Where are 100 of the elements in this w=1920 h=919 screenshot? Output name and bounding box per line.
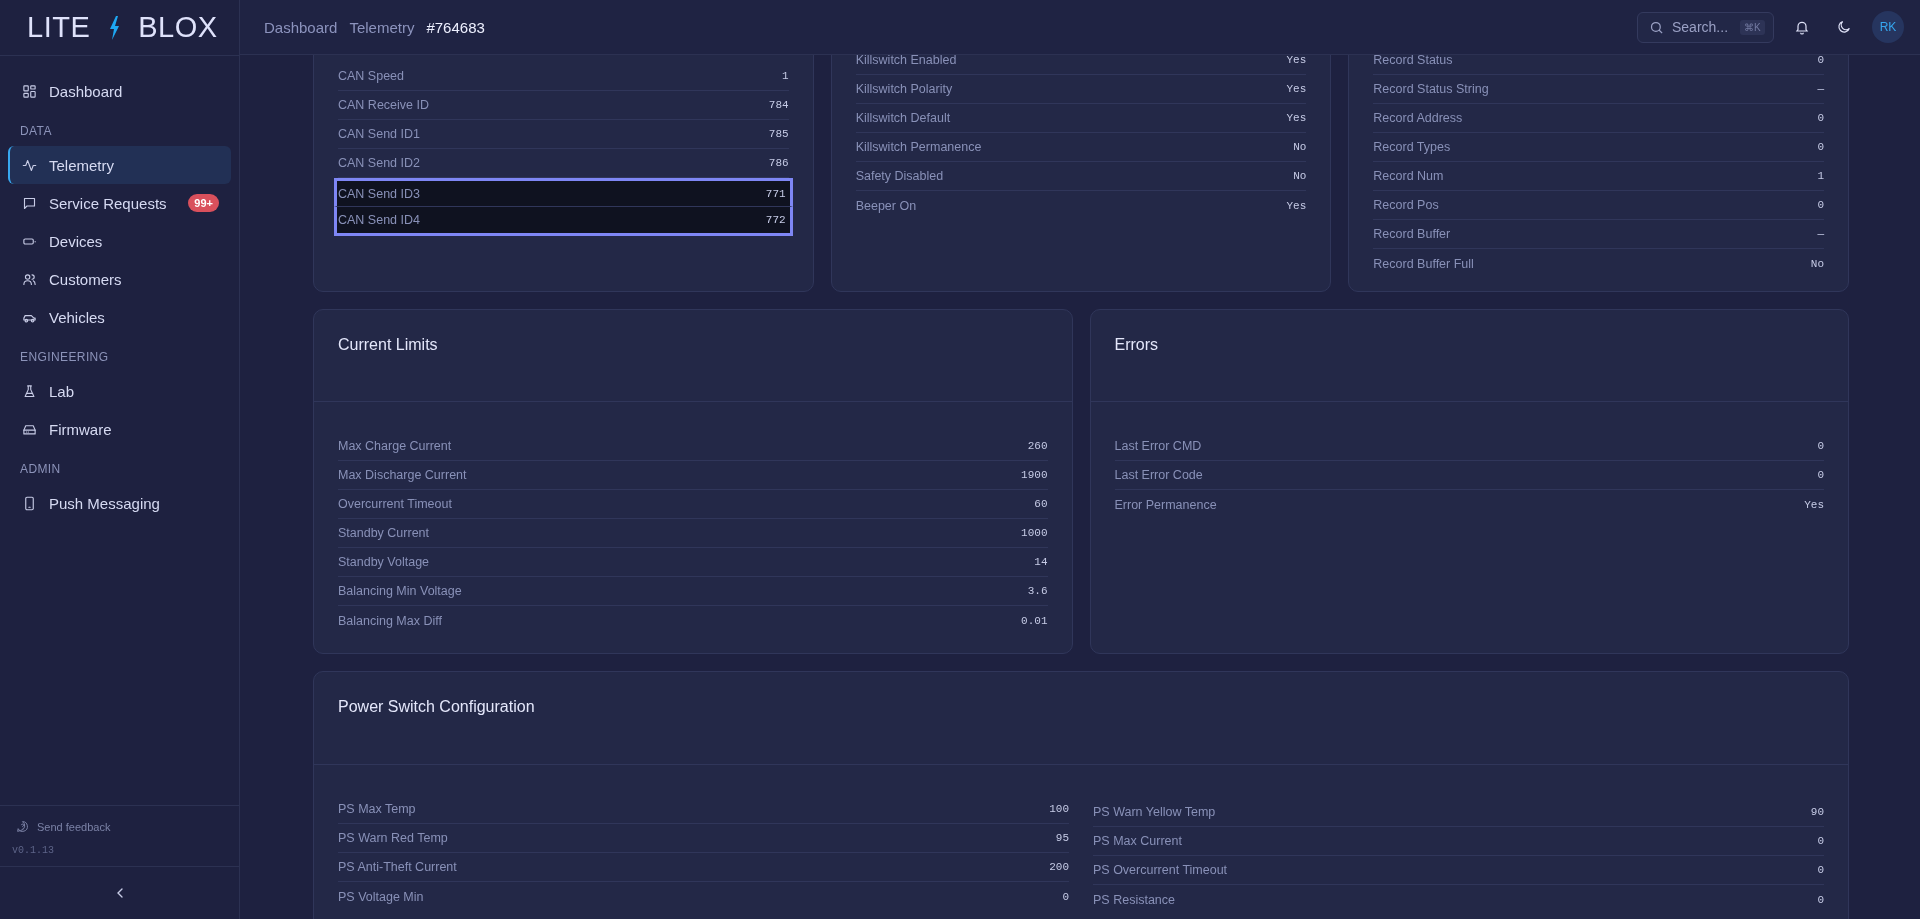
- field-value: 200: [1049, 861, 1069, 873]
- field-label: PS Warn Red Temp: [338, 831, 448, 845]
- nav-section-heading: ENGINEERING: [19, 349, 110, 366]
- nav-icon: [22, 83, 37, 99]
- nav-section-heading: ADMIN: [19, 461, 62, 478]
- field-value: 0: [1817, 469, 1824, 481]
- field-label: CAN Send ID3: [338, 186, 420, 201]
- field-label: Max Discharge Current: [338, 468, 467, 482]
- nav-section-heading: DATA: [19, 123, 53, 140]
- question-bubble-icon: [16, 820, 29, 833]
- field-label: Record Types: [1373, 140, 1451, 154]
- field-label: Balancing Min Voltage: [338, 584, 462, 598]
- field-value: No: [1293, 141, 1307, 153]
- field-value: 3.6: [1027, 585, 1048, 597]
- user-avatar[interactable]: RK: [1872, 11, 1904, 43]
- field-label: Max Charge Current: [338, 439, 452, 453]
- breadcrumb-link[interactable]: Dashboard: [264, 18, 338, 36]
- field-value: Yes: [1286, 55, 1307, 66]
- field-label: PS Max Current: [1093, 834, 1182, 848]
- field-value: —: [1817, 228, 1824, 240]
- nav-icon: [22, 157, 37, 173]
- field-value: 0: [1817, 199, 1824, 211]
- send-feedback-link[interactable]: Send feedback: [12, 820, 227, 833]
- field-label: Killswitch Enabled: [855, 55, 957, 67]
- sidebar-item[interactable]: Dashboard: [8, 72, 231, 110]
- logo-text: BLOX: [138, 11, 218, 44]
- shortcut-hint: ⌘K: [1740, 19, 1765, 35]
- sidebar-item[interactable]: Lab: [8, 372, 231, 410]
- field-value: 785: [768, 128, 789, 140]
- field-value: 771: [765, 187, 786, 200]
- breadcrumb-link[interactable]: Telemetry: [349, 18, 415, 36]
- field-label: PS Overcurrent Timeout: [1093, 863, 1228, 877]
- field-value: 0: [1817, 55, 1824, 66]
- field-label: Record Buffer Full: [1373, 256, 1474, 271]
- field-value: 0: [1817, 141, 1824, 153]
- field-label: Record Address: [1373, 111, 1463, 125]
- sidebar-item[interactable]: Firmware: [8, 410, 231, 448]
- field-label: CAN Send ID2: [338, 156, 420, 170]
- search-icon: [1649, 19, 1664, 35]
- sidebar-item[interactable]: Vehicles: [8, 298, 231, 336]
- field-value: 1: [1817, 170, 1824, 182]
- sidebar-item[interactable]: Customers: [8, 260, 231, 298]
- field-label: CAN Speed: [338, 69, 404, 83]
- field-label: CAN Send ID4: [338, 213, 420, 227]
- field-label: Last Error Code: [1114, 468, 1203, 482]
- field-value: No: [1810, 257, 1824, 270]
- field-label: Standby Current: [338, 526, 430, 540]
- nav-icon: [22, 271, 37, 287]
- card-title: Power Switch Configuration: [338, 698, 535, 716]
- field-label: PS Anti-Theft Current: [338, 860, 457, 874]
- field-value: Yes: [1286, 83, 1307, 95]
- field-value: 95: [1055, 832, 1069, 844]
- card-title: Errors: [1114, 335, 1159, 354]
- field-value: 0: [1817, 864, 1824, 876]
- field-label: PS Warn Yellow Temp: [1093, 805, 1216, 819]
- field-value: 0: [1817, 835, 1824, 847]
- field-value: 0: [1817, 112, 1824, 124]
- field-label: Killswitch Default: [855, 111, 951, 125]
- field-value: 60: [1034, 498, 1048, 510]
- sidebar-item[interactable]: Telemetry: [8, 146, 231, 184]
- field-value: 14: [1034, 556, 1048, 568]
- nav-icon: [22, 383, 37, 399]
- field-label: PS Voltage Min: [338, 889, 424, 904]
- sidebar-item[interactable]: Devices: [8, 222, 231, 260]
- field-value: 90: [1810, 806, 1824, 818]
- field-label: Safety Disabled: [855, 169, 944, 183]
- field-value: 100: [1049, 803, 1069, 815]
- field-value: 1: [782, 70, 789, 82]
- field-label: PS Resistance: [1093, 892, 1175, 907]
- field-value: 0: [1817, 440, 1824, 452]
- field-label: Error Permanence: [1114, 497, 1217, 512]
- field-label: Last Error CMD: [1114, 439, 1202, 453]
- field-value: —: [1817, 83, 1824, 95]
- field-value: 786: [768, 157, 789, 169]
- logo-text: LITE: [27, 11, 91, 44]
- field-value: Yes: [1804, 498, 1824, 511]
- field-label: Record Num: [1373, 169, 1444, 183]
- sidebar-item[interactable]: Service Requests 99+: [8, 184, 231, 222]
- breadcrumb-link[interactable]: #764683: [426, 18, 485, 36]
- field-label: Overcurrent Timeout: [338, 497, 452, 511]
- card-title: Current Limits: [338, 335, 438, 354]
- field-label: Standby Voltage: [338, 555, 430, 569]
- field-value: 772: [765, 214, 786, 226]
- field-value: 784: [768, 99, 789, 111]
- field-value: No: [1293, 170, 1307, 182]
- field-label: Record Status String: [1373, 82, 1489, 96]
- field-label: Record Pos: [1373, 198, 1439, 212]
- count-badge: 99+: [188, 194, 219, 212]
- field-label: Killswitch Permanence: [855, 140, 982, 154]
- field-label: CAN Send ID1: [338, 127, 420, 141]
- field-label: Killswitch Polarity: [855, 82, 953, 96]
- field-value: Yes: [1286, 199, 1307, 212]
- field-value: 0: [1817, 893, 1824, 906]
- sidebar-item[interactable]: Push Messaging: [8, 484, 231, 522]
- field-value: Yes: [1286, 112, 1307, 124]
- field-label: PS Max Temp: [338, 802, 416, 816]
- field-value: 0.01: [1021, 614, 1048, 627]
- field-label: CAN Receive ID: [338, 98, 429, 112]
- search-field[interactable]: Search...: [1672, 19, 1732, 35]
- field-label: Record Status: [1373, 55, 1453, 67]
